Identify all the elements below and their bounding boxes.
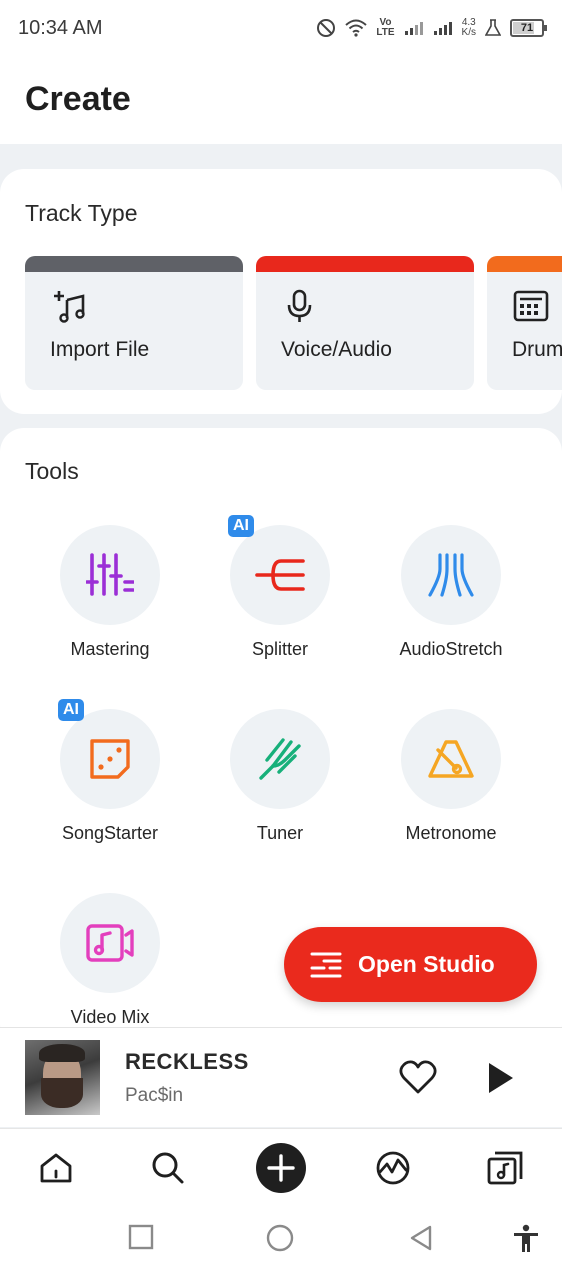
tool-label: Tuner [256,823,304,843]
add-music-icon [54,291,85,323]
open-studio-button[interactable]: Open Studio [284,927,537,1002]
metronome-icon [428,740,474,778]
track-type-title: Track Type [25,200,138,226]
back-triangle-icon[interactable] [408,1224,434,1252]
tool-label: Metronome [405,823,497,843]
recents-square-icon[interactable] [128,1224,154,1250]
tool-icon-circle [60,893,160,993]
tool-icon-circle [60,525,160,625]
tool-video-mix[interactable]: Video Mix [25,893,195,1028]
open-studio-label: Open Studio [358,951,495,977]
tool-label: SongStarter [61,823,159,843]
home-circle-icon[interactable] [266,1224,294,1252]
tool-splitter[interactable]: AI Splitter [195,515,365,660]
nav-home[interactable] [31,1143,81,1193]
network-speed: 4.3 K/s [461,17,476,38]
studio-tracks-icon [310,952,342,977]
tool-label: Splitter [251,639,309,659]
ai-badge: AI [58,699,84,721]
tool-songstarter[interactable]: AI SongStarter [25,699,195,844]
mixer-sliders-icon [86,553,134,596]
play-icon[interactable] [487,1061,515,1095]
create-plus-icon [256,1143,306,1193]
nav-feed[interactable] [368,1143,418,1193]
tool-icon-circle [230,709,330,809]
splitter-icon [255,559,305,591]
track-tile-label: Import File [50,338,150,361]
now-playing-artist: Pac$in [125,1085,184,1106]
tool-tuner[interactable]: Tuner [195,709,365,844]
system-nav-bar [0,1206,562,1280]
track-tile-voice-audio[interactable]: Voice/Audio [256,256,474,390]
status-bar: 10:34 AM Vo LTE 4.3 K/s 71 [0,0,562,56]
tool-icon-circle: AI [58,699,160,809]
search-icon [152,1152,184,1184]
dice-icon [90,739,130,779]
page-title: Create [25,80,131,118]
tool-label: AudioStretch [399,639,503,659]
wifi-icon [345,19,368,37]
status-icons: Vo LTE 4.3 K/s 71 [316,17,547,38]
tool-metronome[interactable]: Metronome [366,709,536,844]
now-playing-title: RECKLESS [125,1049,249,1074]
track-tile-drum[interactable]: Drum [487,256,562,390]
feed-icon [376,1151,410,1185]
album-cover[interactable] [25,1040,100,1115]
header: Create [0,56,562,144]
video-note-icon [86,924,134,962]
accessibility-icon[interactable] [512,1224,540,1254]
heart-icon[interactable] [398,1059,438,1095]
flask-icon [485,19,501,36]
tuning-fork-icon [259,738,301,780]
track-tile-import-file[interactable]: Import File [25,256,243,390]
nav-create[interactable] [256,1143,306,1193]
volte-label: Vo LTE [376,17,395,38]
status-time: 10:34 AM [18,16,103,39]
now-playing-bar[interactable]: RECKLESS Pac$in [0,1027,562,1127]
ai-badge: AI [228,515,254,537]
battery-level: 71 [520,22,534,34]
nav-library[interactable] [480,1143,530,1193]
tool-icon-circle [401,525,501,625]
track-type-row[interactable]: Import File Voice/Audio Drum [25,256,562,390]
microphone-icon [287,289,312,322]
tool-label: Video Mix [70,1007,150,1027]
tools-title: Tools [25,458,79,484]
signal-icon-2 [433,22,452,35]
stretch-waves-icon [428,553,474,597]
tool-icon-circle: AI [228,515,330,625]
home-icon [40,1153,72,1183]
tool-audiostretch[interactable]: AudioStretch [366,525,536,660]
tool-icon-circle [401,709,501,809]
battery-indicator: 71 [510,19,547,37]
track-tile-label: Voice/Audio [281,338,392,361]
do-not-disturb-icon [317,19,336,37]
track-type-card: Track Type Import File Voice/Audio Drum [0,169,562,414]
library-icon [487,1151,523,1185]
track-tile-label: Drum [512,338,562,361]
signal-icon [404,22,423,35]
tool-mastering[interactable]: Mastering [25,525,195,660]
nav-search[interactable] [143,1143,193,1193]
tool-label: Mastering [70,639,150,659]
drum-machine-icon [513,290,549,322]
bottom-nav [0,1128,562,1206]
